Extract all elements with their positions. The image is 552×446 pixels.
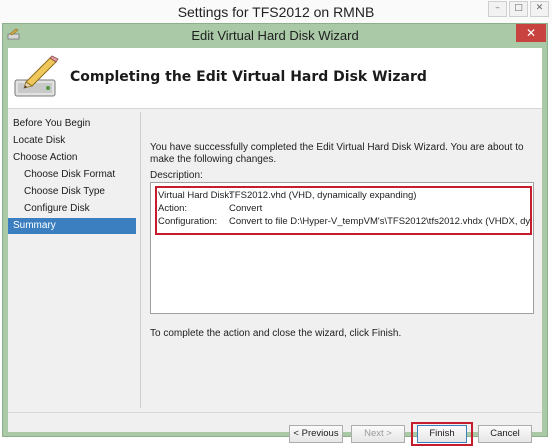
nav-item-locate-disk[interactable]: Locate Disk <box>8 133 141 149</box>
disk-wizard-icon <box>14 55 59 97</box>
description-box[interactable]: Virtual Hard Disk:TFS2012.vhd (VHD, dyna… <box>150 182 534 314</box>
nav-item-choose-disk-type[interactable]: Choose Disk Type <box>8 184 141 200</box>
parent-window-controls: – □ ✕ <box>488 1 549 17</box>
finish-instruction: To complete the action and close the wiz… <box>150 328 402 339</box>
finish-button[interactable]: Finish <box>417 425 467 443</box>
wizard-header: Completing the Edit Virtual Hard Disk Wi… <box>8 48 542 109</box>
parent-window-titlebar: Settings for TFS2012 on RMNB – □ ✕ <box>0 0 552 24</box>
summary-row-configuration: Configuration: Convert to file D:\Hyper-V… <box>158 216 530 227</box>
minimize-icon[interactable]: – <box>488 1 507 17</box>
wizard-title: Edit Virtual Hard Disk Wizard <box>191 28 359 43</box>
cancel-button[interactable]: Cancel <box>478 425 532 443</box>
nav-item-configure-disk[interactable]: Configure Disk <box>8 201 141 217</box>
wizard-window: Edit Virtual Hard Disk Wizard ✕ Completi… <box>2 23 548 446</box>
summary-value: Convert to file D:\Hyper-V_tempVM's\TFS2… <box>229 216 530 227</box>
description-label: Description: <box>150 170 203 181</box>
summary-value: TFS2012.vhd (VHD, dynamically expanding) <box>229 190 417 201</box>
nav-item-before-you-begin[interactable]: Before You Begin <box>8 116 141 132</box>
summary-row-virtual-hard-disk: Virtual Hard Disk:TFS2012.vhd (VHD, dyna… <box>158 190 416 201</box>
nav-item-summary[interactable]: Summary <box>8 218 136 234</box>
footer-divider <box>8 412 542 413</box>
summary-row-action: Action: Convert <box>158 203 262 214</box>
summary-key: Configuration: <box>158 216 218 227</box>
wizard-titlebar[interactable]: Edit Virtual Hard Disk Wizard ✕ <box>3 24 547 46</box>
close-icon[interactable]: ✕ <box>530 1 549 17</box>
previous-button[interactable]: < Previous <box>289 425 343 443</box>
next-button[interactable]: Next > <box>351 425 405 443</box>
nav-divider <box>140 112 141 408</box>
nav-item-choose-action[interactable]: Choose Action <box>8 150 141 166</box>
parent-window-title: Settings for TFS2012 on RMNB <box>177 4 375 20</box>
restore-icon[interactable]: □ <box>509 1 528 17</box>
close-icon[interactable]: ✕ <box>516 24 546 42</box>
intro-text: You have successfully completed the Edit… <box>150 142 524 165</box>
page-title: Completing the Edit Virtual Hard Disk Wi… <box>70 69 427 85</box>
wizard-window-controls: ✕ <box>516 24 546 42</box>
summary-key: Action: <box>158 203 188 214</box>
finish-highlight-annotation: Finish <box>411 422 473 446</box>
nav-item-choose-disk-format[interactable]: Choose Disk Format <box>8 167 141 183</box>
summary-key: Virtual Hard Disk: <box>158 190 232 201</box>
wizard-client-area: Completing the Edit Virtual Hard Disk Wi… <box>8 48 542 446</box>
wizard-steps-nav: Before You Begin Locate Disk Choose Acti… <box>8 112 140 412</box>
summary-value: Convert <box>229 203 263 214</box>
